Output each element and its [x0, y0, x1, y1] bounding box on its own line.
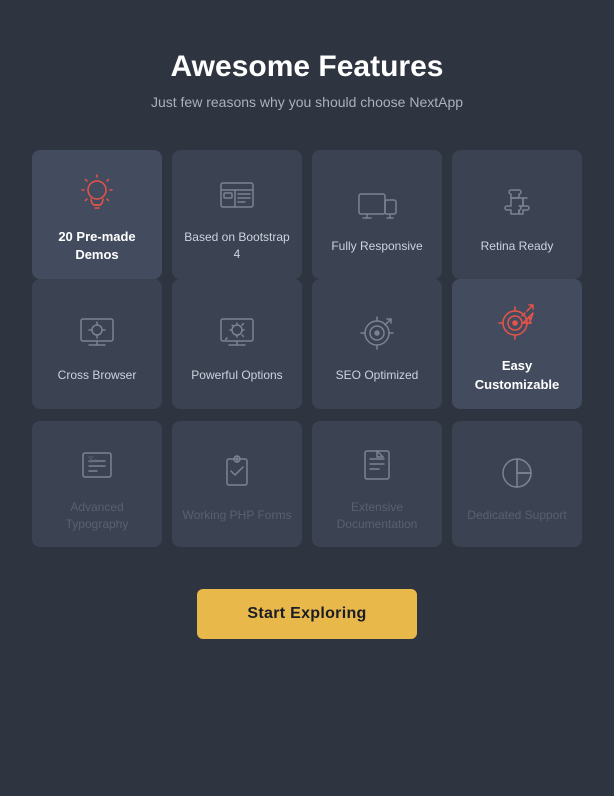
feature-customizable-label: Easy Customizable: [462, 357, 572, 393]
feature-responsive-label: Fully Responsive: [331, 238, 422, 255]
explore-button[interactable]: Start Exploring: [197, 589, 416, 639]
feature-php-label: Working PHP Forms: [183, 507, 292, 524]
monitor-settings-icon: [73, 309, 121, 357]
feature-typography[interactable]: T T Advanced Typography: [32, 421, 162, 548]
target-icon: [353, 309, 401, 357]
svg-text:T: T: [94, 459, 98, 465]
feature-bootstrap-label: Based on Bootstrap 4: [182, 229, 292, 263]
feature-typography-label: Advanced Typography: [42, 499, 152, 533]
feature-demos[interactable]: 20 Pre-madeDemos: [32, 150, 162, 279]
feature-customizable[interactable]: Easy Customizable: [452, 279, 582, 408]
feature-bootstrap[interactable]: Based on Bootstrap 4: [172, 150, 302, 279]
feature-docs[interactable]: Extensive Documentation: [312, 421, 442, 548]
responsive-icon: [353, 180, 401, 228]
browser-layout-icon: [213, 171, 261, 219]
feature-cross-browser[interactable]: Cross Browser: [32, 279, 162, 408]
forms-icon: [213, 449, 261, 497]
page-title: Awesome Features: [151, 50, 463, 84]
page-subtitle: Just few reasons why you should choose N…: [151, 94, 463, 110]
features-row-2: Cross Browser Powerful Options: [32, 279, 582, 408]
feature-support-label: Dedicated Support: [467, 507, 566, 524]
feature-responsive[interactable]: Fully Responsive: [312, 150, 442, 279]
puzzle-icon: [493, 180, 541, 228]
feature-powerful-label: Powerful Options: [191, 367, 282, 384]
gear-settings-icon: [213, 309, 261, 357]
page-header: Awesome Features Just few reasons why yo…: [151, 50, 463, 110]
document-icon: [353, 441, 401, 489]
feature-cross-browser-label: Cross Browser: [58, 367, 137, 384]
feature-support[interactable]: Dedicated Support: [452, 421, 582, 548]
feature-seo[interactable]: SEO Optimized: [312, 279, 442, 408]
feature-docs-label: Extensive Documentation: [322, 499, 432, 533]
features-row-1: 20 Pre-madeDemos Based on Bootstrap 4: [32, 150, 582, 279]
lightbulb-icon: [73, 170, 121, 218]
target-red-icon: [493, 299, 541, 347]
feature-seo-label: SEO Optimized: [336, 367, 419, 384]
feature-retina[interactable]: Retina Ready: [452, 150, 582, 279]
typography-icon: T T: [73, 441, 121, 489]
pie-chart-icon: [493, 449, 541, 497]
feature-php[interactable]: Working PHP Forms: [172, 421, 302, 548]
feature-powerful[interactable]: Powerful Options: [172, 279, 302, 408]
features-row-3: T T Advanced Typography Working PHP Form…: [32, 421, 582, 548]
feature-retina-label: Retina Ready: [481, 238, 554, 255]
feature-demos-label: 20 Pre-madeDemos: [58, 228, 135, 264]
